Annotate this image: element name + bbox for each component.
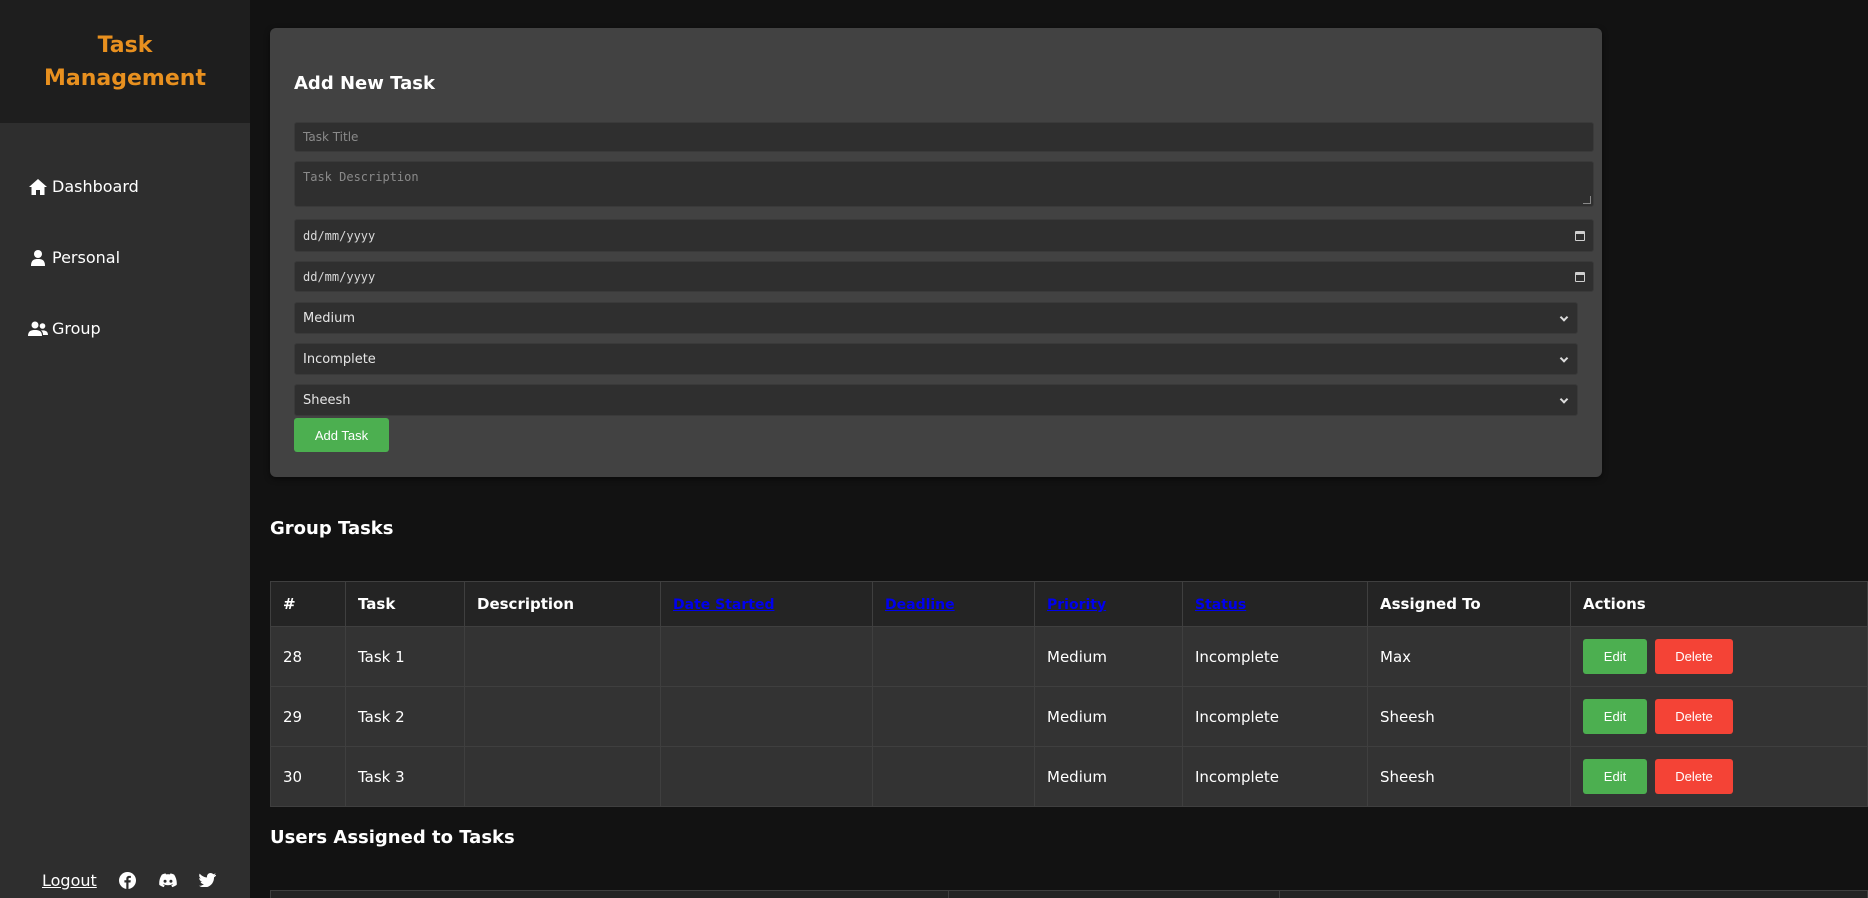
sidebar: Task Management Dashboard Personal Group… — [0, 0, 250, 898]
users-assigned-table — [270, 890, 1868, 898]
twitter-icon[interactable] — [199, 871, 217, 889]
user-icon — [28, 248, 48, 268]
sidebar-item-dashboard[interactable]: Dashboard — [0, 151, 250, 222]
chevron-down-icon — [1559, 395, 1569, 404]
users-assigned-title: Users Assigned to Tasks — [270, 827, 515, 848]
cell-actions: Edit Delete — [1570, 626, 1868, 687]
cell-deadline — [872, 626, 1035, 687]
cell-task: Task 3 — [345, 746, 465, 807]
facebook-icon[interactable] — [119, 871, 137, 889]
cell-description — [464, 686, 661, 747]
cell-date-started — [660, 626, 873, 687]
cell-actions: Edit Delete — [1570, 686, 1868, 747]
resize-handle[interactable] — [1583, 196, 1591, 204]
column-header-actions: Actions — [1570, 581, 1868, 627]
app-title: Task Management — [44, 32, 206, 91]
table-row: 29 Task 2 Medium Incomplete Sheesh Edit … — [270, 686, 1868, 747]
cell-task: Task 1 — [345, 626, 465, 687]
cell-id: 28 — [270, 626, 346, 687]
add-task-button[interactable]: Add Task — [294, 418, 389, 452]
table-row: 28 Task 1 Medium Incomplete Max Edit Del… — [270, 626, 1868, 687]
column-divider — [1279, 891, 1280, 898]
status-select[interactable]: Incomplete — [294, 343, 1578, 375]
priority-select[interactable]: Medium — [294, 302, 1578, 334]
edit-button[interactable]: Edit — [1583, 639, 1647, 674]
cell-status: Incomplete — [1182, 746, 1368, 807]
calendar-icon[interactable] — [1575, 271, 1585, 282]
date-started-placeholder: dd/mm/yyyy — [303, 228, 376, 243]
cell-priority: Medium — [1034, 746, 1183, 807]
column-header-priority: Priority — [1034, 581, 1183, 627]
column-header-date-started: Date Started — [660, 581, 873, 627]
cell-assigned-to: Sheesh — [1367, 746, 1571, 807]
sidebar-item-label: Personal — [52, 248, 121, 267]
task-title-input[interactable]: Task Title — [294, 122, 1594, 152]
sidebar-item-label: Dashboard — [52, 177, 139, 196]
discord-icon[interactable] — [158, 871, 177, 889]
column-header-assigned-to: Assigned To — [1367, 581, 1571, 627]
cell-task: Task 2 — [345, 686, 465, 747]
column-header-deadline: Deadline — [872, 581, 1035, 627]
sidebar-nav: Dashboard Personal Group — [0, 123, 250, 364]
delete-button[interactable]: Delete — [1655, 759, 1733, 794]
home-icon — [28, 177, 48, 197]
date-started-input[interactable]: dd/mm/yyyy — [294, 219, 1594, 252]
add-task-card: Add New Task Task Title Task Description… — [270, 28, 1602, 477]
priority-value: Medium — [303, 310, 355, 326]
column-divider — [948, 891, 949, 898]
cell-status: Incomplete — [1182, 686, 1368, 747]
logout-link[interactable]: Logout — [42, 871, 97, 890]
cell-description — [464, 626, 661, 687]
cell-actions: Edit Delete — [1570, 746, 1868, 807]
brand-header: Task Management — [0, 0, 250, 123]
cell-assigned-to: Max — [1367, 626, 1571, 687]
cell-date-started — [660, 686, 873, 747]
sidebar-item-personal[interactable]: Personal — [0, 222, 250, 293]
sort-status-link[interactable]: Status — [1195, 597, 1246, 613]
assignee-value: Sheesh — [303, 392, 351, 408]
assignee-select[interactable]: Sheesh — [294, 384, 1578, 416]
cell-description — [464, 746, 661, 807]
edit-button[interactable]: Edit — [1583, 699, 1647, 734]
task-title-placeholder: Task Title — [303, 130, 359, 144]
delete-button[interactable]: Delete — [1655, 699, 1733, 734]
deadline-input[interactable]: dd/mm/yyyy — [294, 261, 1594, 292]
table-header-row: # Task Description Date Started Deadline… — [270, 581, 1868, 627]
sidebar-footer: Logout — [0, 862, 250, 898]
column-header-description: Description — [464, 581, 661, 627]
calendar-icon[interactable] — [1575, 230, 1585, 241]
cell-priority: Medium — [1034, 686, 1183, 747]
column-header-status: Status — [1182, 581, 1368, 627]
sort-date-started-link[interactable]: Date Started — [673, 597, 774, 613]
cell-id: 30 — [270, 746, 346, 807]
task-description-placeholder: Task Description — [303, 170, 419, 184]
sort-priority-link[interactable]: Priority — [1047, 597, 1106, 613]
group-tasks-table: # Task Description Date Started Deadline… — [270, 581, 1868, 807]
chevron-down-icon — [1559, 313, 1569, 322]
group-tasks-title: Group Tasks — [270, 518, 394, 539]
sidebar-item-label: Group — [52, 319, 101, 338]
cell-status: Incomplete — [1182, 626, 1368, 687]
deadline-placeholder: dd/mm/yyyy — [303, 269, 376, 284]
column-header-task: Task — [345, 581, 465, 627]
task-description-input[interactable]: Task Description — [294, 161, 1594, 207]
users-icon — [28, 319, 48, 339]
form-title: Add New Task — [294, 73, 435, 94]
cell-assigned-to: Sheesh — [1367, 686, 1571, 747]
edit-button[interactable]: Edit — [1583, 759, 1647, 794]
cell-priority: Medium — [1034, 626, 1183, 687]
cell-id: 29 — [270, 686, 346, 747]
sidebar-item-group[interactable]: Group — [0, 293, 250, 364]
delete-button[interactable]: Delete — [1655, 639, 1733, 674]
sort-deadline-link[interactable]: Deadline — [885, 597, 955, 613]
cell-deadline — [872, 746, 1035, 807]
table-row: 30 Task 3 Medium Incomplete Sheesh Edit … — [270, 746, 1868, 807]
chevron-down-icon — [1559, 354, 1569, 363]
status-value: Incomplete — [303, 351, 376, 367]
cell-date-started — [660, 746, 873, 807]
column-header-id: # — [270, 581, 346, 627]
cell-deadline — [872, 686, 1035, 747]
